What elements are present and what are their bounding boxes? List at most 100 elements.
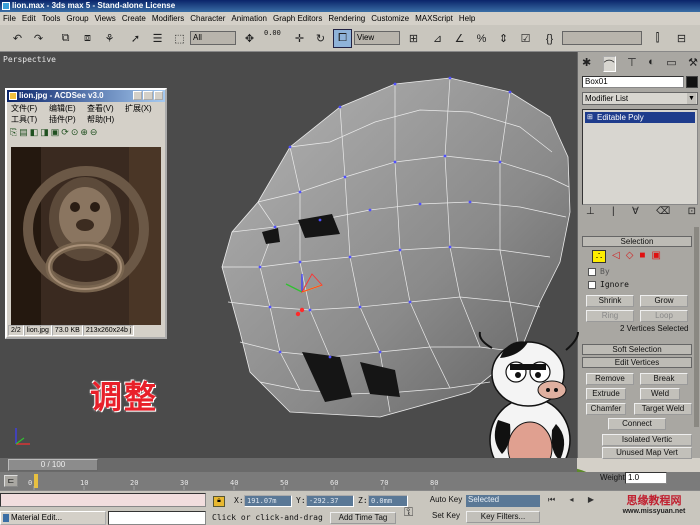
menu-rendering[interactable]: Rendering (325, 14, 368, 23)
redo-icon[interactable]: ↷ (29, 29, 48, 48)
menu-graph-editors[interactable]: Graph Editors (270, 14, 325, 23)
align-icon[interactable]: ⊟ (672, 29, 691, 48)
command-panel-scrollbar[interactable] (694, 227, 699, 427)
select-object-icon[interactable]: ➚ (126, 29, 145, 48)
modify-tab-icon[interactable]: ⌒ (602, 56, 616, 72)
display-tab-icon[interactable]: ▭ (666, 56, 676, 72)
menu-help[interactable]: Help (456, 14, 478, 23)
track-bar-nav-icon[interactable]: ⊏ (4, 475, 18, 487)
move-icon[interactable]: ✛ (290, 29, 309, 48)
add-time-tag-button[interactable]: Add Time Tag (330, 512, 396, 524)
goto-start-icon[interactable]: ⏮ (548, 495, 555, 507)
menu-file[interactable]: File (0, 14, 19, 23)
acdsee-menu-plugins[interactable]: 插件(P) (49, 114, 87, 125)
prev-frame-icon[interactable]: ◂ (570, 495, 574, 507)
loop-button[interactable]: Loop (640, 310, 688, 322)
selection-rollout-header[interactable]: Selection (582, 236, 692, 247)
target-weld-button[interactable]: Target Weld (634, 403, 692, 415)
menu-group[interactable]: Group (63, 14, 91, 23)
polygon-level-icon[interactable]: ■ (639, 250, 645, 264)
remove-isolated-vertices-button[interactable]: Isolated Vertic (602, 434, 692, 446)
modifier-stack[interactable]: ⊞ Editable Poly (582, 109, 698, 205)
curly-braces-icon[interactable]: {} (540, 29, 559, 48)
menu-views[interactable]: Views (92, 14, 119, 23)
bind-space-warp-icon[interactable]: ⚘ (100, 29, 119, 48)
stack-item-editable-poly[interactable]: ⊞ Editable Poly (585, 112, 695, 123)
menu-edit[interactable]: Edit (19, 14, 39, 23)
acdsee-menu-file[interactable]: 文件(F) (11, 103, 49, 114)
maxscript-listener-field[interactable] (0, 493, 206, 507)
track-bar[interactable]: ⊏ 0 10 20 30 40 50 60 70 80 (0, 472, 700, 490)
hierarchy-tab-icon[interactable]: ⊤ (627, 56, 637, 72)
link-icon[interactable]: ⧉ (56, 29, 75, 48)
lock-selection-icon[interactable]: 🔒︎ (213, 496, 225, 507)
zoom-out-icon[interactable]: ⊖ (90, 127, 98, 141)
ignore-backfacing-checkbox[interactable] (588, 281, 596, 289)
break-button[interactable]: Break (640, 373, 688, 385)
set-key-icon[interactable]: ⚿ (404, 505, 422, 519)
refresh-icon[interactable]: ⟳ (61, 127, 69, 141)
select-and-move-icon[interactable]: ✥ (240, 29, 259, 48)
shrink-button[interactable]: Shrink (586, 295, 634, 307)
prev-icon[interactable]: ◧ (30, 127, 39, 141)
close-icon[interactable] (153, 91, 163, 100)
scale-icon[interactable]: ⧠ (333, 29, 352, 48)
zoom-in-icon[interactable]: ⊕ (80, 127, 88, 141)
slideshow-icon[interactable]: ▣ (51, 127, 60, 141)
acdsee-menu-extend[interactable]: 扩展(X) (125, 103, 163, 114)
time-slider[interactable]: 0 / 100 (8, 459, 98, 471)
menu-maxscript[interactable]: MAXScript (412, 14, 456, 23)
weight-field[interactable]: 1.0 (625, 472, 667, 484)
menu-modifiers[interactable]: Modifiers (149, 14, 187, 23)
key-filters-button[interactable]: Key Filters... (466, 511, 540, 523)
z-coord-field[interactable]: 0.0mm (368, 495, 408, 507)
zoom-fit-icon[interactable]: ⊙ (71, 127, 79, 141)
unlink-icon[interactable]: ⧈ (78, 29, 97, 48)
modifier-list-dropdown[interactable]: Modifier List ▼ (582, 92, 698, 105)
taskbar-material-editor[interactable]: Material Edit... (0, 511, 106, 525)
minimize-icon[interactable] (133, 91, 143, 100)
menu-tools[interactable]: Tools (39, 14, 64, 23)
remove-unused-map-verts-button[interactable]: Unused Map Vert (602, 447, 692, 459)
percent-snap-icon[interactable]: % (472, 29, 491, 48)
expand-icon[interactable]: ⊞ (587, 112, 593, 123)
select-by-name-icon[interactable]: ☰ (148, 29, 167, 48)
mirror-icon[interactable]: ⫿ (648, 29, 667, 48)
time-slider-track[interactable]: 0 / 100 (0, 458, 577, 472)
named-selection-set-dropdown[interactable] (562, 31, 642, 45)
menu-animation[interactable]: Animation (228, 14, 270, 23)
rotate-icon[interactable]: ↻ (311, 29, 330, 48)
acdsee-titlebar[interactable]: lion.jpg - ACDSee v3.0 (7, 90, 165, 102)
border-level-icon[interactable]: ◇ (626, 250, 634, 264)
next-icon[interactable]: ◨ (40, 127, 49, 141)
by-vertex-checkbox[interactable] (588, 268, 596, 276)
pin-stack-icon[interactable]: ⊥ (586, 206, 595, 220)
remove-modifier-icon[interactable]: ⌫ (656, 206, 670, 220)
snap-icon[interactable]: ⊿ (428, 29, 447, 48)
x-coord-field[interactable]: 191.07m (244, 495, 292, 507)
utilities-tab-icon[interactable]: ⚒ (688, 56, 698, 72)
acdsee-menu-view[interactable]: 查看(V) (87, 103, 125, 114)
object-color-swatch[interactable] (686, 76, 698, 88)
menu-customize[interactable]: Customize (368, 14, 412, 23)
selection-filter-dropdown[interactable]: All (190, 31, 236, 45)
y-coord-field[interactable]: -292.37 (306, 495, 354, 507)
weld-button[interactable]: Weld (640, 388, 680, 400)
edge-level-icon[interactable]: ◁ (612, 250, 620, 264)
set-key-button[interactable]: Set Key (428, 511, 464, 523)
vertex-level-icon[interactable]: ∴ (592, 250, 606, 263)
key-mode-dropdown[interactable]: Selected (466, 495, 540, 507)
ring-button[interactable]: Ring (586, 310, 634, 322)
selection-region-icon[interactable]: ⬚ (170, 29, 189, 48)
browse-icon[interactable]: ⎘ (10, 127, 17, 141)
acdsee-window[interactable]: lion.jpg - ACDSee v3.0 文件(F) 编辑(E) 查看(V)… (5, 88, 167, 339)
acdsee-menu-help[interactable]: 帮助(H) (87, 114, 125, 125)
spinner-snap-icon[interactable]: ⇕ (494, 29, 513, 48)
configure-sets-icon[interactable]: ⊡ (688, 206, 696, 220)
pivot-center-icon[interactable]: ⊞ (404, 29, 423, 48)
acdsee-menu-edit[interactable]: 编辑(E) (49, 103, 87, 114)
object-name-field[interactable]: Box01 (582, 76, 684, 88)
grow-button[interactable]: Grow (640, 295, 688, 307)
connect-button[interactable]: Connect (608, 418, 666, 430)
maxscript-result-field[interactable] (108, 511, 206, 525)
